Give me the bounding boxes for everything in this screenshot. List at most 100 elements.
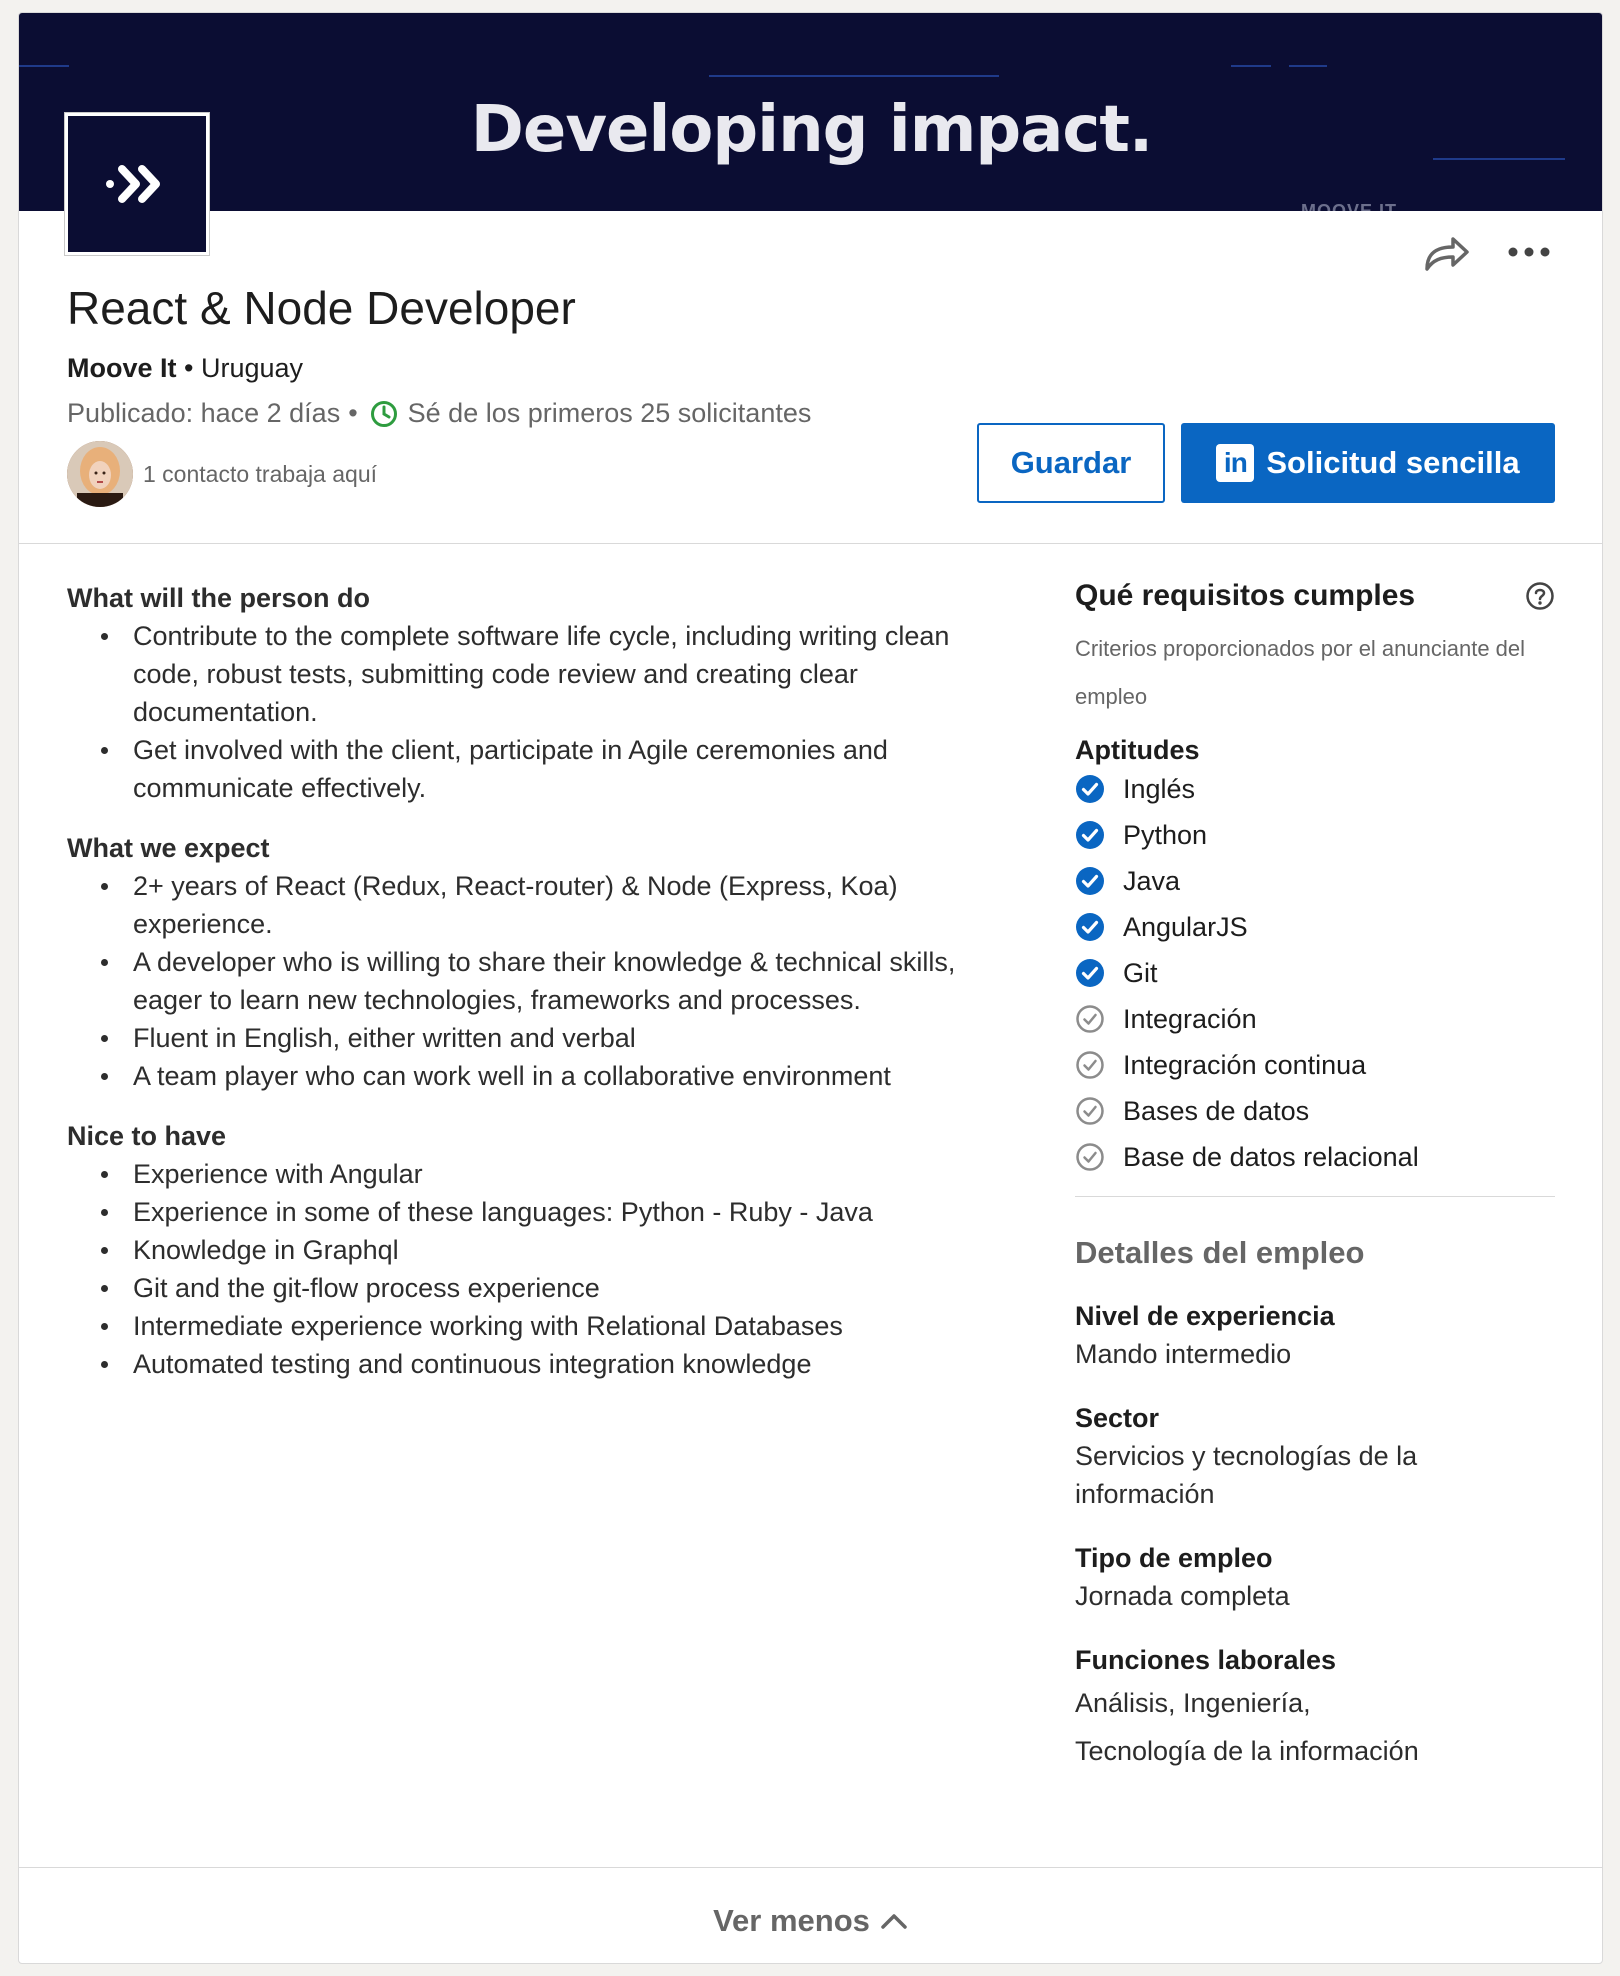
detail-label: Sector (1075, 1403, 1160, 1433)
see-less-button[interactable]: Ver menos (19, 1903, 1602, 1939)
list-item: Automated testing and continuous integra… (101, 1345, 1007, 1383)
skill-item: Python (1075, 812, 1555, 858)
detail-value: Tecnología de la información (1075, 1736, 1419, 1766)
list-item: 2+ years of React (Redux, React-router) … (101, 867, 1007, 943)
posting-meta: Publicado: hace 2 días • Sé de los prime… (67, 398, 811, 429)
detail-label: Tipo de empleo (1075, 1543, 1273, 1573)
bullet-list: Contribute to the complete software life… (67, 617, 1007, 807)
connections-info[interactable]: 1 contacto trabaja aquí (67, 441, 377, 507)
banner-decor-line (19, 65, 69, 67)
detail-value: Mando intermedio (1075, 1339, 1292, 1369)
skill-item: Inglés (1075, 766, 1555, 812)
detail-label: Funciones laborales (1075, 1645, 1337, 1675)
detail-sector: Sector Servicios y tecnologías de la inf… (1075, 1399, 1555, 1513)
check-filled-icon (1075, 774, 1105, 804)
description-section: What will the person do Contribute to th… (67, 579, 1007, 807)
list-item: Knowledge in Graphql (101, 1231, 1007, 1269)
moove-it-logo-icon (106, 165, 160, 203)
divider (1075, 1196, 1555, 1197)
share-button[interactable] (1421, 231, 1471, 278)
list-item: Fluent in English, either written and ve… (101, 1019, 1007, 1057)
description-section: Nice to have Experience with Angular Exp… (67, 1117, 1007, 1383)
bullet-list: 2+ years of React (Redux, React-router) … (67, 867, 1007, 1095)
divider (19, 543, 1602, 544)
section-heading: What will the person do (67, 583, 370, 613)
detail-experience: Nivel de experiencia Mando intermedio (1075, 1297, 1555, 1373)
list-item: A team player who can work well in a col… (101, 1057, 1007, 1095)
avatar (67, 441, 133, 507)
bullet-list: Experience with Angular Experience in so… (67, 1155, 1007, 1383)
company-logo[interactable] (65, 113, 209, 255)
skill-item: Bases de datos (1075, 1088, 1555, 1134)
skill-label: Python (1123, 819, 1208, 850)
skills-title: Aptitudes (1075, 735, 1200, 765)
skill-item: AngularJS (1075, 904, 1555, 950)
company-name[interactable]: Moove It (67, 353, 177, 383)
banner-decor-line (1289, 65, 1327, 67)
job-title: React & Node Developer (67, 282, 576, 334)
banner-decor-line (1231, 65, 1271, 67)
description-section: What we expect 2+ years of React (Redux,… (67, 829, 1007, 1095)
skill-label: Integración (1123, 1003, 1257, 1034)
easy-apply-button[interactable]: in Solicitud sencilla (1181, 423, 1555, 503)
linkedin-icon: in (1216, 444, 1255, 482)
job-description: What will the person do Contribute to th… (67, 579, 1007, 1405)
job-card: Developing impact. MOOVE IT React & Node… (18, 12, 1603, 1964)
list-item: Experience in some of these languages: P… (101, 1193, 1007, 1231)
skill-label: AngularJS (1123, 911, 1248, 942)
separator-dot: • (348, 398, 358, 428)
skill-item: Git (1075, 950, 1555, 996)
detail-value: Análisis, Ingeniería, (1075, 1688, 1311, 1718)
banner-watermark: MOOVE IT (1301, 201, 1398, 211)
skill-item: Base de datos relacional (1075, 1134, 1555, 1180)
detail-employment-type: Tipo de empleo Jornada completa (1075, 1539, 1555, 1615)
check-filled-icon (1075, 958, 1105, 988)
help-icon[interactable] (1525, 581, 1555, 611)
clock-icon (370, 400, 398, 428)
detail-job-functions: Funciones laborales Análisis, Ingeniería… (1075, 1641, 1555, 1775)
section-heading: What we expect (67, 833, 270, 863)
job-sidebar: Qué requisitos cumples Criterios proporc… (1075, 579, 1555, 1775)
skill-item: Java (1075, 858, 1555, 904)
check-outline-icon (1075, 1004, 1105, 1034)
more-horizontal-icon (1508, 247, 1550, 257)
contacts-text: 1 contacto trabaja aquí (143, 460, 377, 487)
company-banner: Developing impact. MOOVE IT (19, 13, 1602, 211)
list-item: Intermediate experience working with Rel… (101, 1307, 1007, 1345)
skill-label: Java (1123, 865, 1181, 896)
see-less-label: Ver menos (713, 1903, 870, 1938)
check-filled-icon (1075, 912, 1105, 942)
skill-item: Integración (1075, 996, 1555, 1042)
skill-item: Integración continua (1075, 1042, 1555, 1088)
skill-label: Bases de datos (1123, 1095, 1310, 1126)
divider (19, 1867, 1602, 1868)
skill-label: Inglés (1123, 773, 1196, 804)
skills-list: Inglés Python Java AngularJS Git Integración I… (1075, 766, 1555, 1180)
requirements-title: Qué requisitos cumples (1075, 579, 1416, 612)
list-item: Experience with Angular (101, 1155, 1007, 1193)
section-heading: Nice to have (67, 1121, 227, 1151)
list-item: Git and the git-flow process experience (101, 1269, 1007, 1307)
detail-label: Nivel de experiencia (1075, 1301, 1335, 1331)
skill-label: Base de datos relacional (1123, 1141, 1419, 1172)
skill-label: Git (1123, 957, 1158, 988)
requirements-header: Qué requisitos cumples (1075, 579, 1555, 613)
check-filled-icon (1075, 866, 1105, 896)
detail-value: Servicios y tecnologías de la informació… (1075, 1441, 1418, 1509)
check-outline-icon (1075, 1050, 1105, 1080)
list-item: Contribute to the complete software life… (101, 617, 1007, 731)
list-item: Get involved with the client, participat… (101, 731, 1007, 807)
check-outline-icon (1075, 1142, 1105, 1172)
skill-label: Integración continua (1123, 1049, 1367, 1080)
save-button[interactable]: Guardar (977, 423, 1165, 503)
posted-date: Publicado: hace 2 días (67, 398, 341, 428)
requirements-subtitle: Criterios proporcionados por el anuncian… (1075, 636, 1526, 709)
job-details-title: Detalles del empleo (1075, 1235, 1365, 1270)
detail-value: Jornada completa (1075, 1581, 1290, 1611)
more-options-button[interactable] (1507, 245, 1551, 263)
job-location: Uruguay (201, 353, 304, 383)
banner-tagline: Developing impact. (470, 93, 1153, 167)
list-item: A developer who is willing to share thei… (101, 943, 1007, 1019)
banner-decor-line (709, 75, 999, 77)
check-outline-icon (1075, 1096, 1105, 1126)
